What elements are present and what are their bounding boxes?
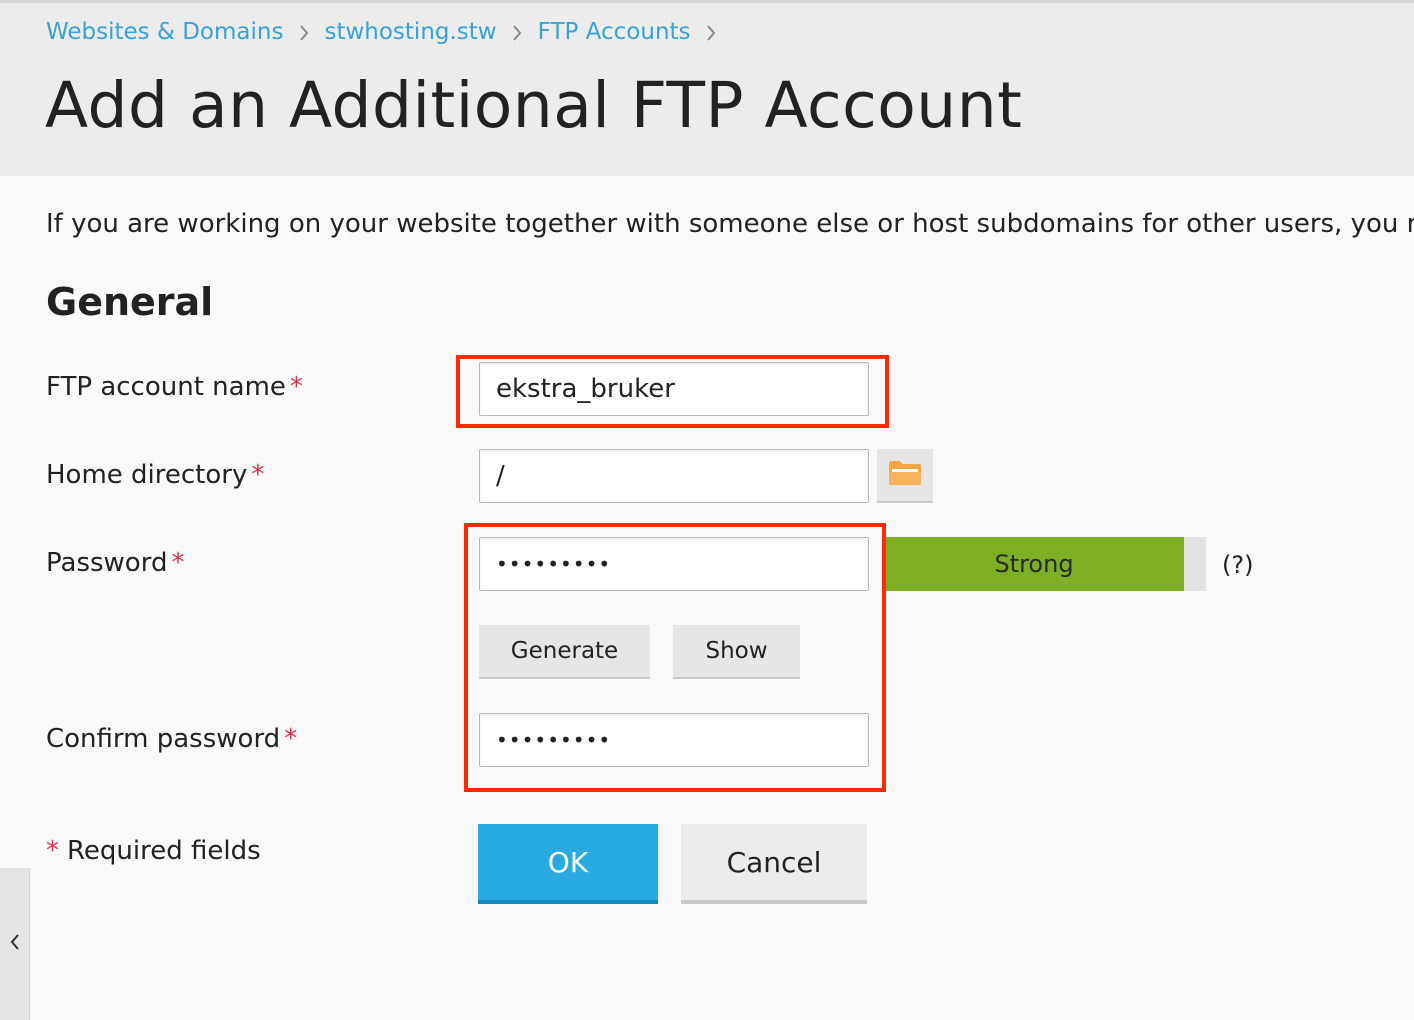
ftp-account-name-label-text: FTP account name xyxy=(46,372,286,402)
required-marker: * xyxy=(251,460,265,490)
breadcrumb-domain[interactable]: stwhosting.stw xyxy=(324,19,496,45)
password-label-text: Password xyxy=(46,548,168,578)
ok-button[interactable]: OK xyxy=(478,824,658,904)
password-strength-meter: Strong xyxy=(886,537,1206,591)
browse-folder-button[interactable] xyxy=(877,449,933,503)
password-label: Password * xyxy=(46,548,184,578)
page-header: Websites & Domains stwhosting.stw FTP Ac… xyxy=(0,0,1414,176)
required-marker: * xyxy=(46,836,59,866)
section-title: General xyxy=(46,280,214,324)
confirm-password-label-text: Confirm password xyxy=(46,724,281,754)
highlight-box-passwords xyxy=(464,523,886,792)
home-directory-label: Home directory * xyxy=(46,460,264,490)
required-fields-text: Required fields xyxy=(67,836,261,866)
home-directory-input[interactable] xyxy=(479,449,869,503)
folder-icon xyxy=(888,460,922,490)
intro-text: If you are working on your website toget… xyxy=(46,209,1414,239)
highlight-box-account-name xyxy=(456,355,889,428)
page-title: Add an Additional FTP Account xyxy=(45,69,1023,142)
confirm-password-label: Confirm password * xyxy=(46,724,297,754)
password-help-link[interactable]: (?) xyxy=(1222,551,1253,579)
breadcrumb-websites-domains[interactable]: Websites & Domains xyxy=(46,19,283,45)
ftp-account-name-label: FTP account name * xyxy=(46,372,303,402)
breadcrumb: Websites & Domains stwhosting.stw FTP Ac… xyxy=(46,19,732,45)
cancel-button[interactable]: Cancel xyxy=(681,824,867,904)
home-directory-label-text: Home directory xyxy=(46,460,248,490)
chevron-right-icon xyxy=(283,19,324,45)
chevron-right-icon xyxy=(497,19,538,45)
breadcrumb-ftp-accounts[interactable]: FTP Accounts xyxy=(538,19,691,45)
password-strength-label: Strong xyxy=(994,550,1074,578)
chevron-right-icon xyxy=(691,19,732,45)
required-marker: * xyxy=(171,548,185,578)
required-fields-note: * Required fields xyxy=(46,836,261,866)
required-marker: * xyxy=(289,372,303,402)
page: Websites & Domains stwhosting.stw FTP Ac… xyxy=(0,0,1414,1020)
chevron-left-icon xyxy=(9,932,21,956)
required-marker: * xyxy=(284,724,298,754)
sidebar-toggle[interactable] xyxy=(0,868,30,1020)
